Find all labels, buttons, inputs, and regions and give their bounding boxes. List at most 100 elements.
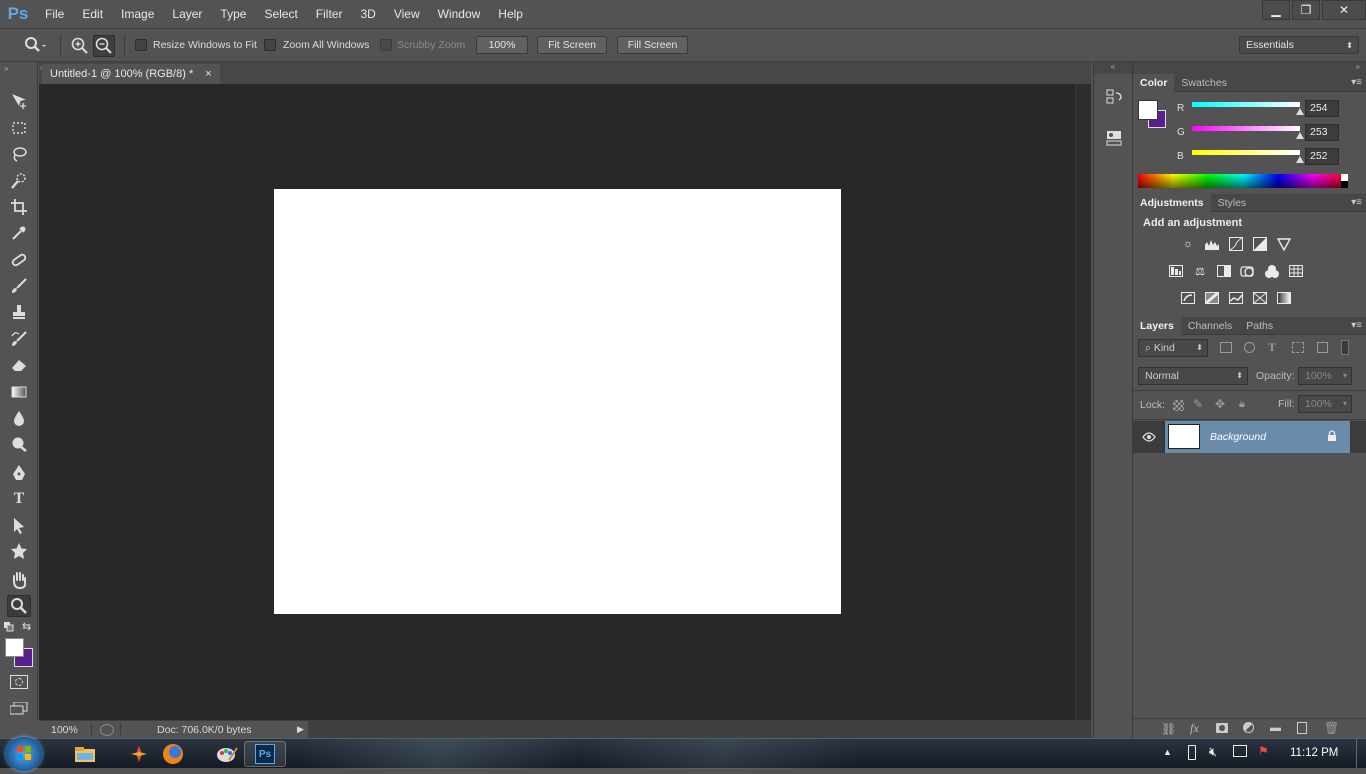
- color-ramp[interactable]: [1138, 174, 1348, 188]
- menu-3d[interactable]: 3D: [351, 0, 384, 28]
- exposure-icon[interactable]: [1252, 237, 1268, 251]
- lock-transparent-icon[interactable]: [1173, 400, 1184, 411]
- posterize-icon[interactable]: [1204, 291, 1220, 305]
- selective-color-icon[interactable]: [1252, 291, 1268, 305]
- show-desktop-button[interactable]: [1356, 739, 1366, 769]
- lock-position-icon[interactable]: ✥: [1215, 397, 1225, 411]
- layer-name[interactable]: Background: [1210, 431, 1266, 443]
- quick-selection-tool-icon[interactable]: [7, 170, 31, 192]
- zoom-out-icon[interactable]: [93, 35, 115, 57]
- blue-value-field[interactable]: 252: [1305, 148, 1339, 165]
- properties-panel-icon[interactable]: [1104, 128, 1124, 148]
- type-tool-icon[interactable]: T: [7, 488, 31, 510]
- photo-filter-icon[interactable]: [1240, 264, 1256, 278]
- quick-mask-icon[interactable]: [10, 675, 28, 689]
- color-lookup-icon[interactable]: [1288, 264, 1304, 278]
- zoom-all-checkbox[interactable]: [264, 39, 276, 51]
- workspace-select[interactable]: Essentials ⬍: [1239, 36, 1359, 54]
- brightness-contrast-icon[interactable]: ☼: [1180, 237, 1196, 251]
- clone-stamp-tool-icon[interactable]: [7, 301, 31, 323]
- minimize-button[interactable]: ▁: [1262, 0, 1290, 20]
- collapse-arrows-icon[interactable]: »: [4, 64, 8, 73]
- eyedropper-tool-icon[interactable]: [7, 222, 31, 244]
- default-colors-icon[interactable]: [4, 622, 14, 632]
- lasso-tool-icon[interactable]: [7, 143, 31, 165]
- menu-layer[interactable]: Layer: [163, 0, 211, 28]
- opacity-field[interactable]: 100% ▾: [1298, 367, 1352, 385]
- add-mask-icon[interactable]: [1216, 723, 1228, 733]
- blur-tool-icon[interactable]: [7, 407, 31, 429]
- new-group-icon[interactable]: ▬: [1270, 722, 1281, 734]
- layer-row-selected[interactable]: Background: [1165, 421, 1350, 453]
- menu-edit[interactable]: Edit: [73, 0, 112, 28]
- invert-icon[interactable]: [1180, 291, 1196, 305]
- layer-row[interactable]: Background: [1133, 421, 1366, 453]
- blend-mode-select[interactable]: Normal ⬍: [1138, 367, 1248, 385]
- photoshop-taskbar-icon[interactable]: Ps: [244, 741, 286, 767]
- tab-layers[interactable]: Layers: [1133, 316, 1181, 335]
- custom-shape-tool-icon[interactable]: [7, 540, 31, 562]
- vertical-scrollbar[interactable]: [1075, 84, 1091, 720]
- filter-adjustment-icon[interactable]: [1244, 342, 1255, 353]
- gradient-tool-icon[interactable]: [7, 381, 31, 403]
- document-canvas[interactable]: [274, 189, 841, 614]
- filter-smart-object-icon[interactable]: [1317, 342, 1328, 353]
- panel-menu-icon[interactable]: ▾≡: [1351, 77, 1362, 88]
- volume-muted-icon[interactable]: 🔇︎: [1209, 744, 1217, 760]
- filter-shape-icon[interactable]: [1292, 342, 1304, 353]
- new-layer-icon[interactable]: [1297, 722, 1307, 734]
- resize-windows-checkbox[interactable]: [135, 39, 147, 51]
- marquee-tool-icon[interactable]: [7, 117, 31, 139]
- zoom-level[interactable]: 100%: [51, 724, 87, 736]
- dodge-tool-icon[interactable]: [7, 433, 31, 455]
- red-value-field[interactable]: 254: [1305, 100, 1339, 117]
- curves-icon[interactable]: [1228, 237, 1244, 251]
- green-value-field[interactable]: 253: [1305, 124, 1339, 141]
- crop-tool-icon[interactable]: [7, 196, 31, 218]
- close-tab-icon[interactable]: ×: [205, 68, 211, 80]
- filter-pixel-icon[interactable]: [1220, 342, 1232, 353]
- new-adjustment-layer-icon[interactable]: [1243, 722, 1254, 733]
- color-ramp-black[interactable]: [1341, 181, 1348, 188]
- expand-arrows-icon[interactable]: «: [1094, 62, 1132, 74]
- pen-tool-icon[interactable]: [7, 462, 31, 484]
- history-panel-icon[interactable]: [1104, 87, 1124, 107]
- link-layers-icon[interactable]: ⛓: [1161, 722, 1176, 736]
- restore-button[interactable]: ❐: [1292, 0, 1320, 20]
- path-selection-tool-icon[interactable]: [7, 514, 31, 536]
- color-ramp-white[interactable]: [1341, 174, 1348, 181]
- show-hidden-icons-icon[interactable]: ▲: [1163, 747, 1172, 757]
- tab-swatches[interactable]: Swatches: [1174, 74, 1234, 92]
- screen-mode-icon[interactable]: [9, 701, 28, 715]
- menu-type[interactable]: Type: [211, 0, 255, 28]
- menu-image[interactable]: Image: [112, 0, 163, 28]
- blue-slider[interactable]: [1192, 150, 1300, 155]
- vibrance-icon[interactable]: [1276, 237, 1292, 251]
- channel-mixer-icon[interactable]: [1264, 264, 1280, 278]
- collapse-panels-icon[interactable]: »: [1133, 62, 1366, 74]
- document-tab[interactable]: Untitled-1 @ 100% (RGB/8) * ×: [42, 64, 220, 84]
- hue-saturation-icon[interactable]: [1168, 264, 1184, 278]
- hand-tool-icon[interactable]: [7, 569, 31, 591]
- zoom-in-icon[interactable]: [70, 36, 90, 56]
- menu-view[interactable]: View: [385, 0, 429, 28]
- explorer-taskbar-icon[interactable]: [58, 741, 112, 767]
- network-icon[interactable]: [1233, 745, 1247, 757]
- horizontal-scrollbar[interactable]: [307, 721, 1091, 738]
- lock-all-icon[interactable]: 🔒︎: [1239, 398, 1245, 411]
- blue-slider-handle-icon[interactable]: [1296, 156, 1304, 163]
- red-slider-handle-icon[interactable]: [1296, 108, 1304, 115]
- zoom-100-button[interactable]: 100%: [476, 36, 528, 54]
- color-balance-icon[interactable]: ⚖: [1192, 264, 1208, 278]
- tab-adjustments[interactable]: Adjustments: [1133, 193, 1211, 212]
- status-menu-arrow-icon[interactable]: ▶: [297, 724, 304, 735]
- gradient-map-icon[interactable]: [1276, 291, 1292, 305]
- healing-brush-tool-icon[interactable]: [7, 249, 31, 271]
- history-brush-tool-icon[interactable]: [7, 328, 31, 350]
- black-white-icon[interactable]: [1216, 264, 1232, 278]
- menu-select[interactable]: Select: [255, 0, 306, 28]
- move-tool-icon[interactable]: [7, 90, 31, 112]
- filter-toggle[interactable]: [1341, 340, 1349, 355]
- filter-type-icon[interactable]: T: [1268, 340, 1276, 355]
- eye-icon[interactable]: [1133, 421, 1165, 453]
